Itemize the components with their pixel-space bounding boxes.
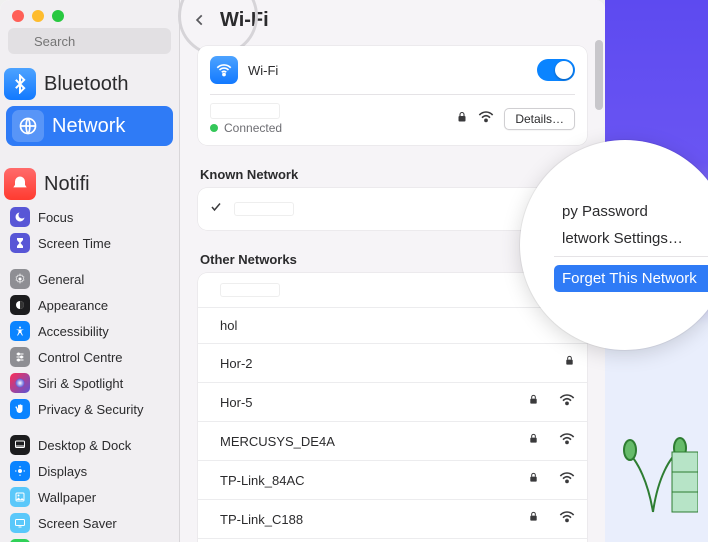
wifi-signal-icon [559, 432, 575, 450]
plant-decoration [608, 402, 698, 522]
sidebar-item-label: General [38, 272, 84, 287]
sidebar: Bluetooth Network Notifi Focus Screen Tim… [0, 0, 180, 542]
sidebar-item-label: Network [52, 115, 125, 138]
wallpaper-icon [10, 487, 30, 507]
sliders-icon [10, 347, 30, 367]
main-header: Wi-Fi [180, 0, 605, 42]
back-button[interactable] [186, 6, 214, 34]
accessibility-icon [10, 321, 30, 341]
sidebar-item-label: Siri & Spotlight [38, 376, 123, 391]
network-icon [12, 110, 44, 142]
wifi-status-card: Wi-Fi Connected [198, 46, 587, 145]
details-button[interactable]: Details… [504, 108, 575, 130]
checkmark-icon [210, 200, 224, 218]
wifi-signal-icon [559, 393, 575, 411]
close-window-button[interactable] [12, 10, 24, 22]
lock-icon [456, 110, 468, 129]
other-networks-card: hol Hor-2 Hor-5 MERCUSYS_DE4A TP-Link_84AC TP… [198, 273, 587, 542]
wifi-toggle[interactable] [537, 59, 575, 81]
wifi-icon [210, 56, 238, 84]
lock-icon [528, 432, 539, 450]
network-name: MERCUSYS_DE4A [220, 434, 364, 449]
sidebar-item-label: Privacy & Security [38, 402, 143, 417]
sidebar-item-label: Focus [38, 210, 73, 225]
network-name: TP-Link_84AC [220, 473, 364, 488]
network-name [234, 202, 294, 216]
gear-icon [10, 269, 30, 289]
hand-icon [10, 399, 30, 419]
sidebar-item-general[interactable]: General [0, 266, 179, 292]
lock-icon [528, 393, 539, 411]
sidebar-item-wallpaper[interactable]: Wallpaper [0, 484, 179, 510]
other-network-row[interactable]: TP-Link_C188 [198, 499, 587, 538]
minimize-window-button[interactable] [32, 10, 44, 22]
wifi-signal-icon [478, 110, 494, 128]
search-input[interactable] [8, 28, 171, 54]
current-ssid [210, 103, 280, 119]
status-dot-icon [210, 124, 218, 132]
wifi-label: Wi-Fi [248, 63, 527, 78]
menu-item-forget-network[interactable]: Forget This Network [554, 265, 708, 292]
sidebar-item-label: Bluetooth [44, 73, 129, 96]
moon-icon [10, 207, 30, 227]
traffic-lights [0, 0, 179, 28]
lock-icon [528, 471, 539, 489]
sidebar-item-screen-time[interactable]: Screen Time [0, 230, 179, 256]
sidebar-item-displays[interactable]: Displays [0, 458, 179, 484]
other-network-row[interactable]: MERCUSYS_DE4A [198, 421, 587, 460]
sidebar-item-bluetooth[interactable]: Bluetooth [0, 64, 179, 104]
sidebar-item-screen-saver[interactable]: Screen Saver [0, 510, 179, 536]
other-network-row[interactable]: Hor-2 [198, 343, 587, 382]
network-name: Hor-2 [220, 356, 382, 371]
other-network-row[interactable]: Hor-5 [198, 382, 587, 421]
wifi-signal-icon [559, 510, 575, 528]
lock-icon [564, 354, 575, 372]
bell-icon [4, 168, 36, 200]
other-network-row[interactable]: VIVACOM_FiberNet [198, 538, 587, 542]
sidebar-item-label: Appearance [38, 298, 108, 313]
network-name: TP-Link_C188 [220, 512, 364, 527]
zoom-window-button[interactable] [52, 10, 64, 22]
lock-icon [528, 510, 539, 528]
sidebar-item-label: Desktop & Dock [38, 438, 131, 453]
sidebar-item-battery[interactable]: Battery [0, 536, 179, 542]
screensaver-icon [10, 513, 30, 533]
other-network-row[interactable]: hol [198, 307, 587, 343]
appearance-icon [10, 295, 30, 315]
sidebar-item-label: Notifi [44, 173, 90, 196]
connection-status: Connected [224, 121, 282, 135]
settings-window: Bluetooth Network Notifi Focus Screen Tim… [0, 0, 605, 542]
network-name: hol [220, 318, 393, 333]
known-networks-title: Known Network [198, 161, 587, 188]
sidebar-item-label: Wallpaper [38, 490, 96, 505]
sidebar-item-siri-spotlight[interactable]: Siri & Spotlight [0, 370, 179, 396]
menu-item-network-settings[interactable]: letwork Settings… [554, 225, 708, 252]
network-name [220, 283, 280, 297]
sidebar-item-label: Screen Time [38, 236, 111, 251]
sidebar-item-label: Accessibility [38, 324, 109, 339]
dock-icon [10, 435, 30, 455]
sidebar-item-label: Displays [38, 464, 87, 479]
sidebar-item-control-centre[interactable]: Control Centre [0, 344, 179, 370]
bluetooth-icon [4, 68, 36, 100]
sidebar-item-notifications[interactable]: Notifi [0, 164, 179, 204]
other-network-row[interactable]: TP-Link_84AC [198, 460, 587, 499]
display-icon [10, 461, 30, 481]
sidebar-item-accessibility[interactable]: Accessibility [0, 318, 179, 344]
sidebar-item-desktop-dock[interactable]: Desktop & Dock [0, 432, 179, 458]
sidebar-item-privacy-security[interactable]: Privacy & Security [0, 396, 179, 422]
sidebar-item-appearance[interactable]: Appearance [0, 292, 179, 318]
sidebar-item-label: Screen Saver [38, 516, 117, 531]
siri-icon [10, 373, 30, 393]
wifi-signal-icon [559, 471, 575, 489]
menu-divider [554, 256, 708, 257]
sidebar-item-network[interactable]: Network [6, 106, 173, 146]
menu-item-copy-password[interactable]: py Password [554, 198, 708, 225]
sidebar-item-focus[interactable]: Focus [0, 204, 179, 230]
page-title: Wi-Fi [220, 9, 269, 32]
network-name: Hor-5 [220, 395, 364, 410]
sidebar-item-label: Control Centre [38, 350, 123, 365]
hourglass-icon [10, 233, 30, 253]
